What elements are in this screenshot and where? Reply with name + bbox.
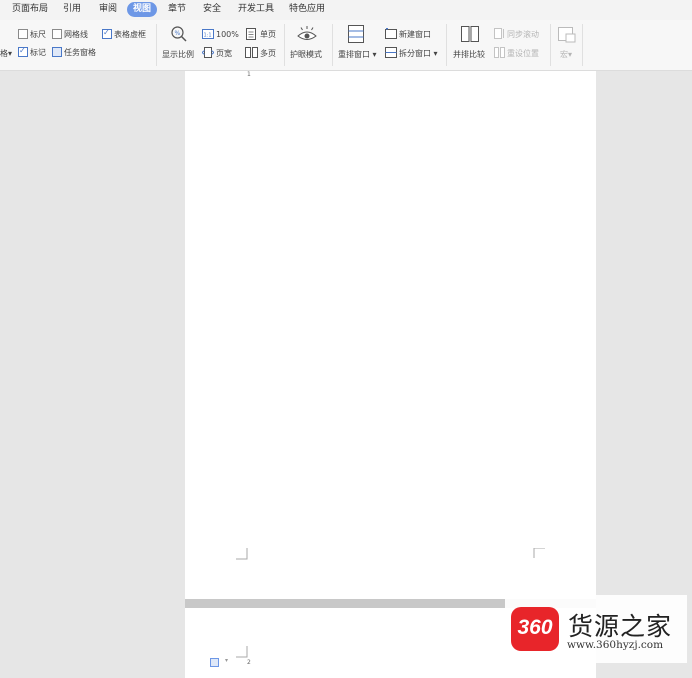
reset-position-icon [494,47,505,58]
eye-protection-button[interactable]: 护眼模式 [290,49,322,60]
reset-position-button: 重设位置 [507,49,539,58]
multi-page-icon[interactable] [245,47,258,58]
marks-checkbox[interactable]: 标记 [18,45,46,59]
tab-review[interactable]: 审阅 [96,2,120,17]
checkbox-box [18,45,28,57]
site-name: 货源之家 [568,612,673,641]
cut-off-dropdown[interactable]: 格▾ [0,48,12,59]
side-by-side-button[interactable]: 并排比较 [453,49,485,60]
arrange-windows-button[interactable]: 重排窗口 ▾ [338,49,377,60]
zoom-icon[interactable]: % [170,25,188,43]
split-window-button[interactable]: 拆分窗口 ▾ [399,48,438,59]
page-width-icon[interactable] [202,47,214,58]
new-window-icon[interactable] [385,28,397,39]
checkbox-box [52,28,62,39]
svg-text:1:1: 1:1 [204,33,212,39]
crop-mark-bottom-left [236,548,248,560]
single-page-button[interactable]: 单页 [260,29,276,40]
hundred-percent-button[interactable]: 100% [216,29,239,40]
svg-text:%: % [175,30,181,37]
task-pane-icon [52,46,62,57]
display-ratio-label[interactable]: 显示比例 [162,49,194,60]
watermark-logo: 360 货源之家 www.360hyzj.com [505,595,687,663]
tab-page-layout[interactable]: 页面布局 [9,2,51,17]
logo-number: 360 [517,616,553,639]
sync-scroll-icon [494,28,504,39]
page-number: 2 [247,659,251,666]
split-window-icon[interactable] [385,47,397,58]
macro-icon[interactable] [558,27,576,43]
ribbon-separator [284,24,285,66]
checkbox-box [18,28,28,39]
crop-mark-top-left [236,646,248,658]
ribbon-separator [446,24,447,66]
logo-badge: 360 [511,607,559,651]
paste-options-icon[interactable] [210,657,220,667]
tab-special-apps[interactable]: 特色应用 [286,2,328,17]
ribbon-separator [550,24,551,66]
gridlines-checkbox[interactable]: 网格线 [52,28,88,41]
ribbon-separator [582,24,583,66]
arrange-windows-icon[interactable] [348,25,364,43]
ruler-checkbox[interactable]: 标尺 [18,28,46,41]
checkbox-box [102,27,112,39]
tab-view[interactable]: 视图 [127,2,158,17]
side-by-side-icon[interactable] [461,26,479,42]
site-url: www.360hyzj.com [567,639,664,651]
tab-references[interactable]: 引用 [60,2,84,17]
macro-button[interactable]: 宏▾ [560,49,572,60]
tab-sections[interactable]: 章节 [165,2,189,17]
tab-developer-tools[interactable]: 开发工具 [235,2,277,17]
paste-options-arrow[interactable]: ▾ [225,657,228,664]
table-gridlines-checkbox[interactable]: 表格虚框 [102,27,146,41]
eye-protection-icon[interactable] [296,25,318,43]
ribbon-separator [332,24,333,66]
page-width-button[interactable]: 页宽 [216,48,232,59]
ribbon-view: 格▾ 标尺 网格线 表格虚框 标记 任务窗格 % 显示比例 1:1 100% 页… [0,20,692,71]
new-window-button[interactable]: 新建窗口 [399,29,431,40]
document-page-1[interactable]: 1 [185,71,596,599]
ribbon-separator [156,24,157,66]
hundred-percent-icon[interactable]: 1:1 [202,29,214,39]
menu-bar: 页面布局 引用 审阅 视图 章节 安全 开发工具 特色应用 [0,0,692,20]
sync-scroll-button: 同步滚动 [507,30,539,39]
multi-page-button[interactable]: 多页 [260,48,276,59]
tab-security[interactable]: 安全 [200,2,224,17]
task-pane-checkbox[interactable]: 任务窗格 [52,46,96,59]
single-page-icon[interactable] [246,28,257,40]
page-number: 1 [247,71,251,78]
crop-mark-bottom-right [533,548,545,558]
